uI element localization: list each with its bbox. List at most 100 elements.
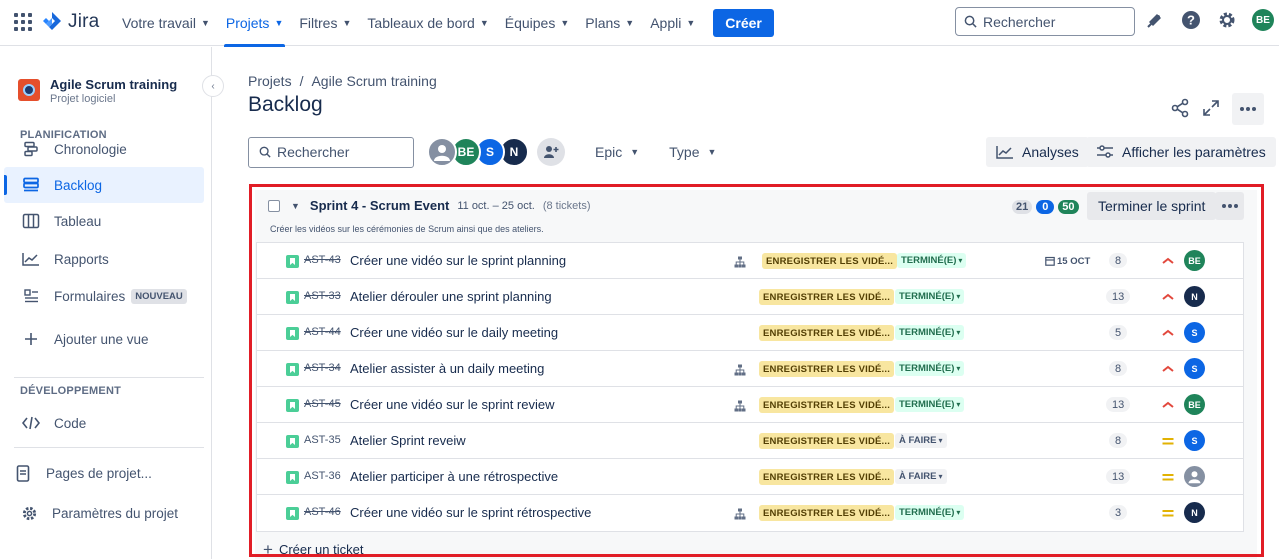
sidebar-item-project-pages[interactable]: Pages de projet... bbox=[4, 455, 204, 491]
sidebar-item-plus[interactable]: Ajouter une vue bbox=[4, 321, 204, 357]
app-switcher-icon[interactable] bbox=[14, 13, 32, 31]
issue-summary[interactable]: Créer une vidéo sur le daily meeting bbox=[350, 325, 558, 340]
sidebar-item-backlog[interactable]: Backlog bbox=[4, 167, 204, 203]
epic-lozenge[interactable]: ENREGISTRER LES VIDÉ... bbox=[759, 433, 895, 449]
status-dropdown[interactable]: TERMINÉ(E) ▾ bbox=[895, 505, 965, 520]
story-points[interactable]: 8 bbox=[1109, 433, 1128, 448]
create-button[interactable]: Créer bbox=[713, 9, 774, 37]
child-issues-icon[interactable] bbox=[734, 507, 746, 520]
nav-item[interactable]: Appli ▼ bbox=[642, 0, 703, 46]
status-dropdown[interactable]: TERMINÉ(E) ▾ bbox=[895, 361, 965, 376]
issue-key[interactable]: AST-46 bbox=[304, 506, 341, 518]
story-points[interactable]: 5 bbox=[1109, 325, 1128, 340]
sprint-header[interactable]: ▼ Sprint 4 - Scrum Event 11 oct. – 25 oc… bbox=[268, 198, 591, 213]
breadcrumb-project[interactable]: Agile Scrum training bbox=[311, 73, 436, 89]
issue-row[interactable]: AST-36 Atelier participer à une rétrospe… bbox=[257, 459, 1243, 495]
sidebar-item-timeline[interactable]: Chronologie bbox=[4, 131, 204, 167]
issue-row[interactable]: AST-34 Atelier assister à un daily meeti… bbox=[257, 351, 1243, 387]
issue-summary[interactable]: Atelier Sprint reveiw bbox=[350, 433, 466, 448]
issue-key[interactable]: AST-35 bbox=[304, 434, 341, 446]
create-ticket-button[interactable]: + Créer un ticket bbox=[263, 541, 363, 558]
insights-button[interactable]: Analyses bbox=[986, 137, 1089, 167]
epic-lozenge[interactable]: ENREGISTRER LES VIDÉ... bbox=[759, 505, 895, 521]
issue-key[interactable]: AST-34 bbox=[304, 362, 341, 374]
epic-lozenge[interactable]: ENREGISTRER LES VIDÉ... bbox=[759, 289, 895, 305]
add-people-button[interactable] bbox=[537, 138, 565, 166]
assignee-avatar[interactable]: N bbox=[1184, 286, 1205, 307]
status-dropdown[interactable]: À FAIRE ▾ bbox=[895, 469, 947, 484]
story-points[interactable]: 13 bbox=[1106, 289, 1131, 304]
status-dropdown[interactable]: À FAIRE ▾ bbox=[895, 433, 947, 448]
global-search-input[interactable]: Rechercher bbox=[955, 7, 1135, 36]
nav-item[interactable]: Tableaux de bord ▼ bbox=[359, 0, 496, 46]
issue-row[interactable]: AST-45 Créer une vidéo sur le sprint rev… bbox=[257, 387, 1243, 423]
epic-lozenge[interactable]: ENREGISTRER LES VIDÉ... bbox=[759, 325, 895, 341]
assignee-avatar[interactable]: N bbox=[1184, 502, 1205, 523]
sprint-select-checkbox[interactable] bbox=[268, 199, 280, 212]
assignee-avatar[interactable]: BE bbox=[1184, 250, 1205, 271]
issue-row[interactable]: AST-33 Atelier dérouler une sprint plann… bbox=[257, 279, 1243, 315]
nav-item[interactable]: Filtres ▼ bbox=[291, 0, 359, 46]
collapse-sidebar-button[interactable]: ‹ bbox=[202, 75, 224, 97]
assignee-avatar[interactable]: S bbox=[1184, 430, 1205, 451]
unassigned-avatar[interactable] bbox=[1184, 466, 1205, 487]
epic-lozenge[interactable]: ENREGISTRER LES VIDÉ... bbox=[762, 253, 898, 269]
jira-logo[interactable]: Jira bbox=[42, 11, 99, 33]
share-icon[interactable] bbox=[1170, 98, 1190, 121]
status-dropdown[interactable]: TERMINÉ(E) ▾ bbox=[895, 397, 965, 412]
issue-key[interactable]: AST-45 bbox=[304, 398, 341, 410]
unassigned-avatar[interactable] bbox=[427, 137, 457, 167]
chevron-down-icon[interactable]: ▼ bbox=[291, 201, 300, 211]
epic-filter-dropdown[interactable]: Epic ▼ bbox=[587, 144, 647, 160]
finish-sprint-button[interactable]: Terminer le sprint bbox=[1087, 192, 1217, 220]
status-dropdown[interactable]: TERMINÉ(E) ▾ bbox=[895, 325, 965, 340]
story-points[interactable]: 13 bbox=[1106, 469, 1131, 484]
epic-lozenge[interactable]: ENREGISTRER LES VIDÉ... bbox=[759, 361, 895, 377]
issue-summary[interactable]: Atelier dérouler une sprint planning bbox=[350, 289, 552, 304]
sidebar-item-board[interactable]: Tableau bbox=[4, 203, 204, 239]
sidebar-item-reports[interactable]: Rapports bbox=[4, 241, 204, 277]
sidebar-item-project-settings[interactable]: Paramètres du projet bbox=[4, 495, 204, 531]
notifications-icon[interactable] bbox=[1144, 9, 1166, 31]
child-issues-icon[interactable] bbox=[734, 363, 746, 376]
issue-summary[interactable]: Créer une vidéo sur le sprint rétrospect… bbox=[350, 505, 591, 520]
issue-row[interactable]: AST-35 Atelier Sprint reveiw ENREGISTRER… bbox=[257, 423, 1243, 459]
issue-row[interactable]: AST-46 Créer une vidéo sur le sprint rét… bbox=[257, 495, 1243, 531]
assignee-avatar[interactable]: BE bbox=[1184, 394, 1205, 415]
sprint-more-button[interactable] bbox=[1215, 192, 1244, 220]
child-issues-icon[interactable] bbox=[734, 399, 746, 412]
more-actions-button[interactable] bbox=[1232, 93, 1264, 125]
view-settings-button[interactable]: Afficher les paramètres bbox=[1086, 137, 1276, 167]
issue-key[interactable]: AST-43 bbox=[304, 254, 341, 266]
help-icon[interactable]: ? bbox=[1180, 9, 1202, 31]
story-points[interactable]: 8 bbox=[1109, 361, 1128, 376]
issue-summary[interactable]: Créer une vidéo sur le sprint review bbox=[350, 397, 554, 412]
sidebar-item-code[interactable]: Code bbox=[4, 405, 204, 441]
issue-key[interactable]: AST-44 bbox=[304, 326, 341, 338]
issue-summary[interactable]: Atelier assister à un daily meeting bbox=[350, 361, 544, 376]
issue-key[interactable]: AST-33 bbox=[304, 290, 341, 302]
nav-item[interactable]: Votre travail ▼ bbox=[114, 0, 218, 46]
sprint-name[interactable]: Sprint 4 - Scrum Event bbox=[310, 198, 449, 213]
status-dropdown[interactable]: TERMINÉ(E) ▾ bbox=[897, 253, 967, 268]
settings-icon[interactable] bbox=[1216, 9, 1238, 31]
epic-lozenge[interactable]: ENREGISTRER LES VIDÉ... bbox=[759, 469, 895, 485]
issue-key[interactable]: AST-36 bbox=[304, 470, 341, 482]
story-points[interactable]: 13 bbox=[1106, 397, 1131, 412]
story-points[interactable]: 3 bbox=[1109, 505, 1128, 520]
issue-row[interactable]: AST-43 Créer une vidéo sur le sprint pla… bbox=[257, 243, 1243, 279]
nav-item[interactable]: Plans ▼ bbox=[577, 0, 642, 46]
nav-item[interactable]: Projets ▼ bbox=[218, 0, 292, 47]
epic-lozenge[interactable]: ENREGISTRER LES VIDÉ... bbox=[759, 397, 895, 413]
expand-icon[interactable] bbox=[1202, 99, 1220, 120]
child-issues-icon[interactable] bbox=[734, 255, 746, 268]
story-points[interactable]: 8 bbox=[1109, 253, 1128, 268]
assignee-avatar[interactable]: S bbox=[1184, 358, 1205, 379]
nav-item[interactable]: Équipes ▼ bbox=[497, 0, 578, 46]
type-filter-dropdown[interactable]: Type ▼ bbox=[661, 144, 724, 160]
user-avatar[interactable]: BE bbox=[1252, 9, 1274, 31]
sidebar-item-forms[interactable]: Formulaires NOUVEAU bbox=[4, 278, 204, 314]
breadcrumb-projects[interactable]: Projets bbox=[248, 73, 292, 89]
issue-summary[interactable]: Atelier participer à une rétrospective bbox=[350, 469, 558, 484]
assignee-avatar[interactable]: S bbox=[1184, 322, 1205, 343]
